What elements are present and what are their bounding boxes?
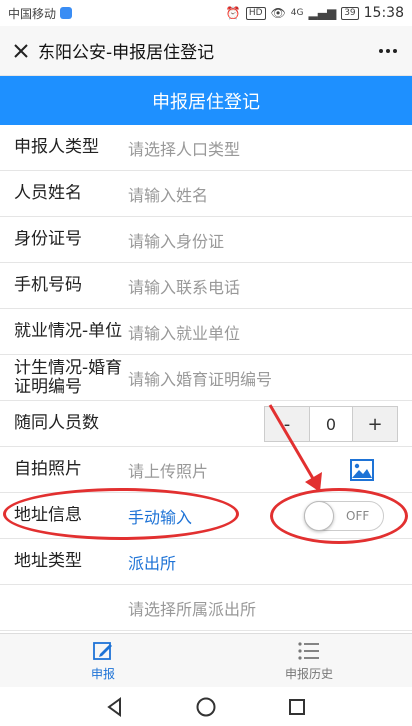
tab-history[interactable]: 申报历史 xyxy=(206,634,412,687)
status-bar: 中国移动 ⏰ HD 👁 4G ▂▄▆ 39 15:38 xyxy=(0,0,412,26)
carrier: 中国移动 xyxy=(8,5,73,22)
row-applicant-type[interactable]: 申报人类型 请选择人口类型 xyxy=(0,125,412,171)
phone-input[interactable]: 请输入联系电话 xyxy=(128,274,240,298)
tab-bar: 申报 申报历史 xyxy=(0,633,412,687)
alarm-icon: ⏰ xyxy=(225,6,241,20)
row-label: 地址类型 xyxy=(14,552,82,571)
manual-input-link[interactable]: 手动输入 xyxy=(128,504,192,528)
marriage-cert-input[interactable]: 请输入婚育证明编号 xyxy=(128,366,272,390)
row-label: 人员姓名 xyxy=(14,184,82,203)
name-input[interactable]: 请输入姓名 xyxy=(128,182,208,206)
page-title: 申报居住登记 xyxy=(152,91,260,113)
tab-history-label: 申报历史 xyxy=(284,666,333,681)
row-marriage-cert[interactable]: 计生情况-婚育证明编号 请输入婚育证明编号 xyxy=(0,355,412,401)
address-type-select[interactable]: 派出所 xyxy=(128,550,176,574)
title-bar: 东阳公安-申报居住登记 xyxy=(0,26,412,76)
row-label: 随同人员数 xyxy=(14,414,99,433)
carrier-name: 中国移动 xyxy=(8,6,57,21)
row-address-info: 地址信息 手动输入 OFF xyxy=(0,493,412,539)
row-name[interactable]: 人员姓名 请输入姓名 xyxy=(0,171,412,217)
system-nav-bar xyxy=(0,687,412,726)
tab-apply-label: 申报 xyxy=(90,666,115,681)
status-icons: ⏰ HD 👁 4G ▂▄▆ 39 15:38 xyxy=(226,5,404,21)
id-number-input[interactable]: 请输入身份证 xyxy=(128,228,224,252)
address-toggle[interactable]: OFF xyxy=(304,501,384,531)
image-icon[interactable] xyxy=(350,459,374,481)
row-label: 就业情况-单位 xyxy=(14,322,123,341)
eye-icon: 👁 xyxy=(270,6,286,20)
selfie-upload[interactable]: 请上传照片 xyxy=(128,458,208,482)
close-icon[interactable] xyxy=(10,40,32,62)
hd-badge: HD xyxy=(245,6,266,20)
signal-icon: ▂▄▆ xyxy=(308,6,337,20)
row-id-number[interactable]: 身份证号 请输入身份证 xyxy=(0,217,412,263)
shield-icon xyxy=(60,7,73,19)
battery-icon: 39 xyxy=(341,6,359,20)
registration-form: 申报人类型 请选择人口类型 人员姓名 请输入姓名 身份证号 请输入身份证 手机号… xyxy=(0,125,412,631)
toggle-knob[interactable] xyxy=(304,501,334,531)
row-label: 手机号码 xyxy=(14,276,82,295)
recents-icon[interactable] xyxy=(287,697,307,717)
row-address-type[interactable]: 地址类型 派出所 xyxy=(0,539,412,585)
plus-button[interactable]: + xyxy=(353,407,397,441)
page-header: 申报居住登记 xyxy=(0,76,412,125)
row-employer[interactable]: 就业情况-单位 请输入就业单位 xyxy=(0,309,412,355)
edit-icon xyxy=(93,641,112,660)
toggle-state: OFF xyxy=(346,509,370,523)
row-selfie[interactable]: 自拍照片 请上传照片 xyxy=(0,447,412,493)
row-label: 自拍照片 xyxy=(14,460,82,479)
row-police-station[interactable]: 请选择所属派出所 xyxy=(0,585,412,631)
list-icon xyxy=(298,641,319,660)
police-station-select[interactable]: 请选择所属派出所 xyxy=(128,596,256,620)
clock: 15:38 xyxy=(363,5,404,21)
row-label: 地址信息 xyxy=(14,506,82,525)
window-title: 东阳公安-申报居住登记 xyxy=(38,43,215,63)
annotation-arrow xyxy=(268,404,322,492)
row-phone[interactable]: 手机号码 请输入联系电话 xyxy=(0,263,412,309)
network-type: 4G xyxy=(290,8,304,18)
row-companions: 随同人员数 - 0 + xyxy=(0,401,412,447)
employer-input[interactable]: 请输入就业单位 xyxy=(128,320,240,344)
back-icon[interactable] xyxy=(105,696,125,717)
home-icon[interactable] xyxy=(195,696,217,718)
row-label: 计生情况-婚育证明编号 xyxy=(14,358,123,397)
tab-apply[interactable]: 申报 xyxy=(0,634,206,687)
applicant-type-select[interactable]: 请选择人口类型 xyxy=(128,136,240,160)
more-icon[interactable] xyxy=(374,40,402,62)
row-label: 身份证号 xyxy=(14,230,82,249)
row-label: 申报人类型 xyxy=(14,138,99,157)
